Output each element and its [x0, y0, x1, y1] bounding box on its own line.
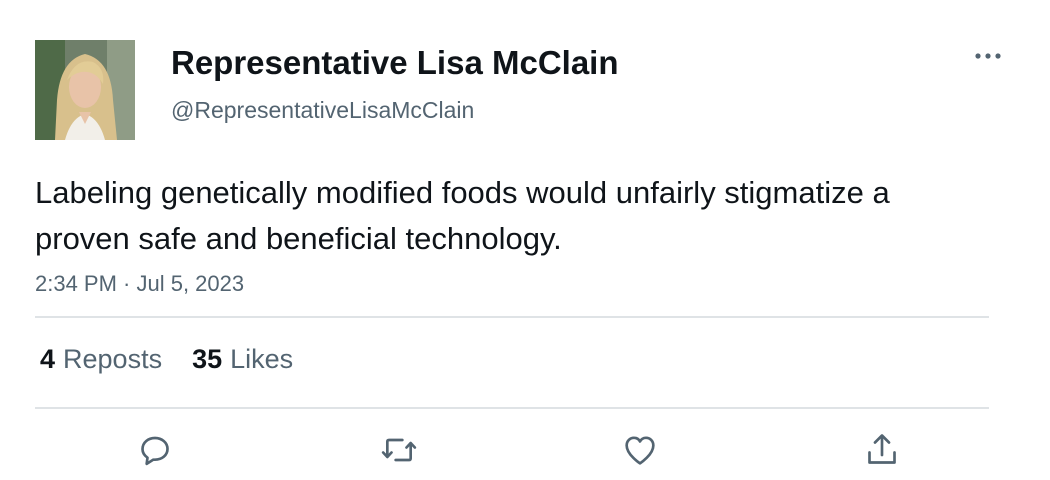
avatar[interactable] — [35, 40, 135, 140]
author-handle[interactable]: @RepresentativeLisaMcClain — [171, 96, 474, 124]
likes-stat[interactable]: 35 Likes — [192, 342, 293, 376]
heart-icon — [625, 436, 655, 465]
avatar-photo-icon — [35, 40, 135, 140]
tweet-text: Labeling genetically modified foods woul… — [35, 175, 890, 256]
more-horizontal-icon — [975, 53, 1001, 59]
reply-button[interactable] — [133, 428, 177, 472]
more-options-button[interactable] — [968, 44, 1008, 68]
engagement-stats: 4 Reposts 35 Likes — [40, 342, 323, 376]
like-button[interactable] — [618, 428, 662, 472]
reposts-label: Reposts — [63, 344, 163, 374]
share-button[interactable] — [860, 428, 904, 472]
reposts-stat[interactable]: 4 Reposts — [40, 342, 162, 376]
divider-bottom — [35, 407, 989, 409]
repost-button[interactable] — [377, 428, 421, 472]
likes-label: Likes — [230, 344, 294, 374]
tweet-timestamp[interactable]: 2:34 PM · Jul 5, 2023 — [35, 270, 244, 298]
author-display-name[interactable]: Representative Lisa McClain — [171, 43, 619, 83]
reply-icon — [141, 436, 169, 466]
divider-top — [35, 316, 989, 318]
likes-count: 35 — [192, 344, 223, 374]
share-icon — [868, 434, 896, 464]
repost-icon — [381, 438, 417, 462]
reposts-count: 4 — [40, 344, 56, 374]
